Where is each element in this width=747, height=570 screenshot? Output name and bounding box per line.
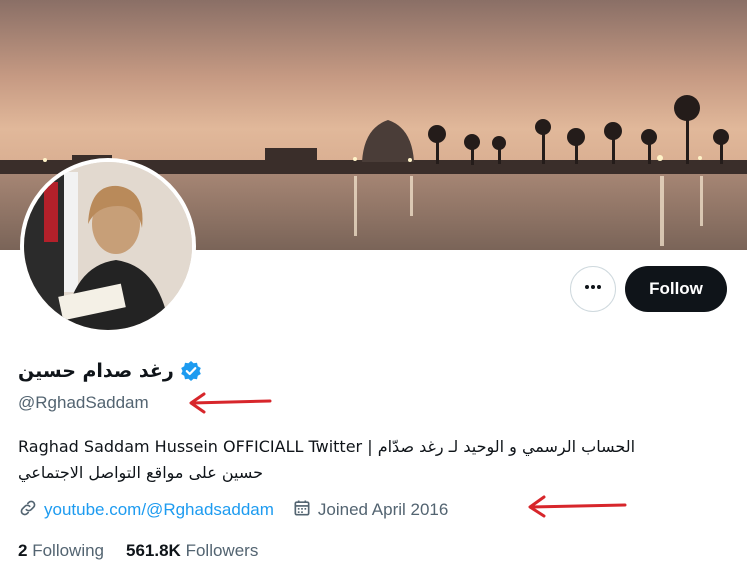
avatar-image (24, 162, 192, 330)
profile-bio: Raghad Saddam Hussein OFFICIALL Twitter … (18, 434, 698, 486)
annotation-arrow (528, 495, 627, 518)
more-options-button[interactable] (570, 266, 616, 312)
bio-line: Raghad Saddam Hussein OFFICIALL Twitter … (18, 437, 636, 456)
followers-stat[interactable]: 561.8K Followers (126, 541, 258, 561)
followers-count: 561.8K (126, 541, 181, 560)
link-icon (18, 498, 38, 523)
follow-button[interactable]: Follow (625, 266, 727, 312)
bio-line: حسين على مواقع التواصل الاجتماعي (18, 463, 263, 482)
profile-meta: youtube.com/@Rghadsaddam Joined April 20… (18, 498, 448, 522)
joined-date: Joined April 2016 (317, 500, 449, 519)
calendar-icon (292, 498, 312, 523)
more-options-icon (583, 277, 603, 302)
follow-stats: 2 Following 561.8K Followers (18, 540, 258, 562)
following-label: Following (32, 541, 105, 560)
followers-label: Followers (185, 541, 259, 560)
display-name: رغد صدام حسين (18, 360, 174, 382)
profile-avatar[interactable] (20, 158, 196, 334)
joined-item: Joined April 2016 (292, 498, 448, 523)
verified-badge-icon[interactable] (180, 360, 202, 382)
website-link[interactable]: youtube.com/@Rghadsaddam (44, 500, 274, 520)
following-count: 2 (18, 541, 28, 560)
profile-handle: @RghadSaddam (18, 393, 149, 412)
display-name-row: رغد صدام حسين (18, 358, 202, 384)
following-stat[interactable]: 2 Following (18, 541, 104, 561)
annotation-arrow (189, 392, 272, 414)
website-item: youtube.com/@Rghadsaddam (18, 498, 274, 523)
